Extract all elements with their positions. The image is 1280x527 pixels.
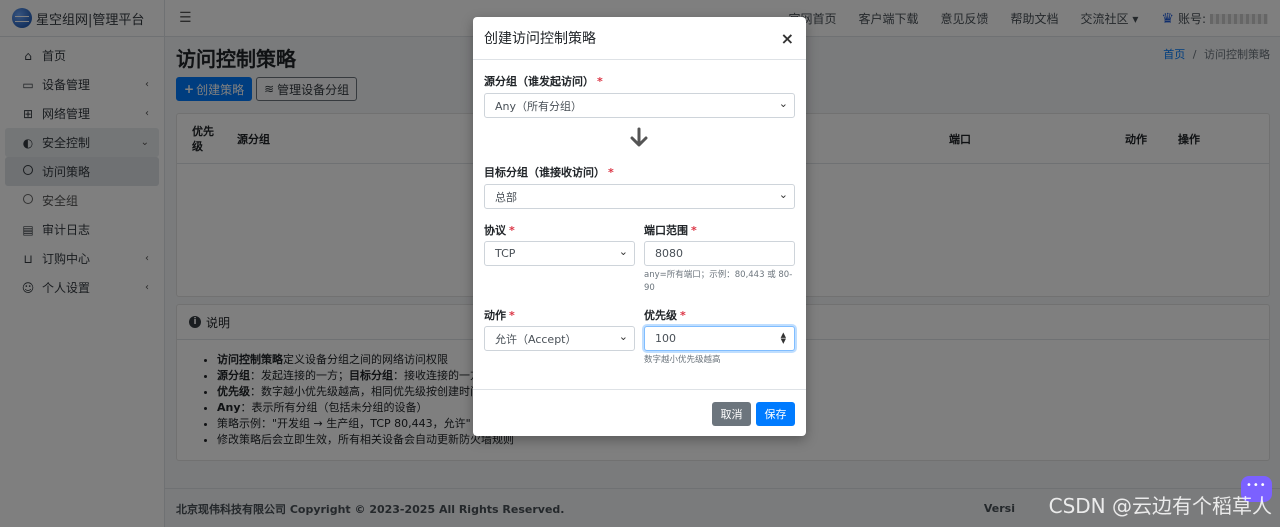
source-group-value: Any（所有分组） xyxy=(495,99,583,113)
action-value: 允许（Accept） xyxy=(495,332,577,346)
cancel-button[interactable]: 取消 xyxy=(712,402,751,426)
close-icon[interactable]: × xyxy=(781,29,794,48)
priority-input[interactable]: 100 ▲ ▼ xyxy=(644,326,795,351)
modal-header: 创建访问控制策略 xyxy=(473,17,806,60)
modal-footer: 取消 保存 xyxy=(473,389,806,436)
port-range-help: any=所有端口；示例：80,443 或 80-90 xyxy=(644,270,793,293)
arrow-down-icon xyxy=(630,127,648,147)
source-group-select[interactable]: Any（所有分组） xyxy=(484,93,795,118)
save-button[interactable]: 保存 xyxy=(756,402,795,426)
action-label: 动作 * xyxy=(484,309,515,322)
source-group-label: 源分组（谁发起访问） * xyxy=(484,75,603,88)
action-select[interactable]: 允许（Accept） xyxy=(484,326,635,351)
target-group-value: 总部 xyxy=(495,190,517,204)
number-spinner-icon[interactable]: ▲ ▼ xyxy=(781,332,786,345)
protocol-label: 协议 * xyxy=(484,224,515,237)
protocol-select[interactable]: TCP xyxy=(484,241,635,266)
target-group-label: 目标分组（谁接收访问） * xyxy=(484,166,614,179)
port-range-label: 端口范围 * xyxy=(644,224,697,237)
protocol-value: TCP xyxy=(495,247,516,260)
watermark: CSDN @云边有个稻草人 xyxy=(1048,494,1272,518)
target-group-select[interactable]: 总部 xyxy=(484,184,795,209)
create-policy-modal: 创建访问控制策略 × 源分组（谁发起访问）* Any（所有分组） 目标分组（谁接… xyxy=(473,17,806,436)
priority-value: 100 xyxy=(655,332,676,345)
priority-label: 优先级 * xyxy=(644,309,686,322)
port-range-input[interactable]: 8080 xyxy=(644,241,795,266)
priority-help: 数字越小优先级越高 xyxy=(644,355,721,365)
port-range-value: 8080 xyxy=(655,247,683,260)
modal-title: 创建访问控制策略 xyxy=(484,31,596,47)
